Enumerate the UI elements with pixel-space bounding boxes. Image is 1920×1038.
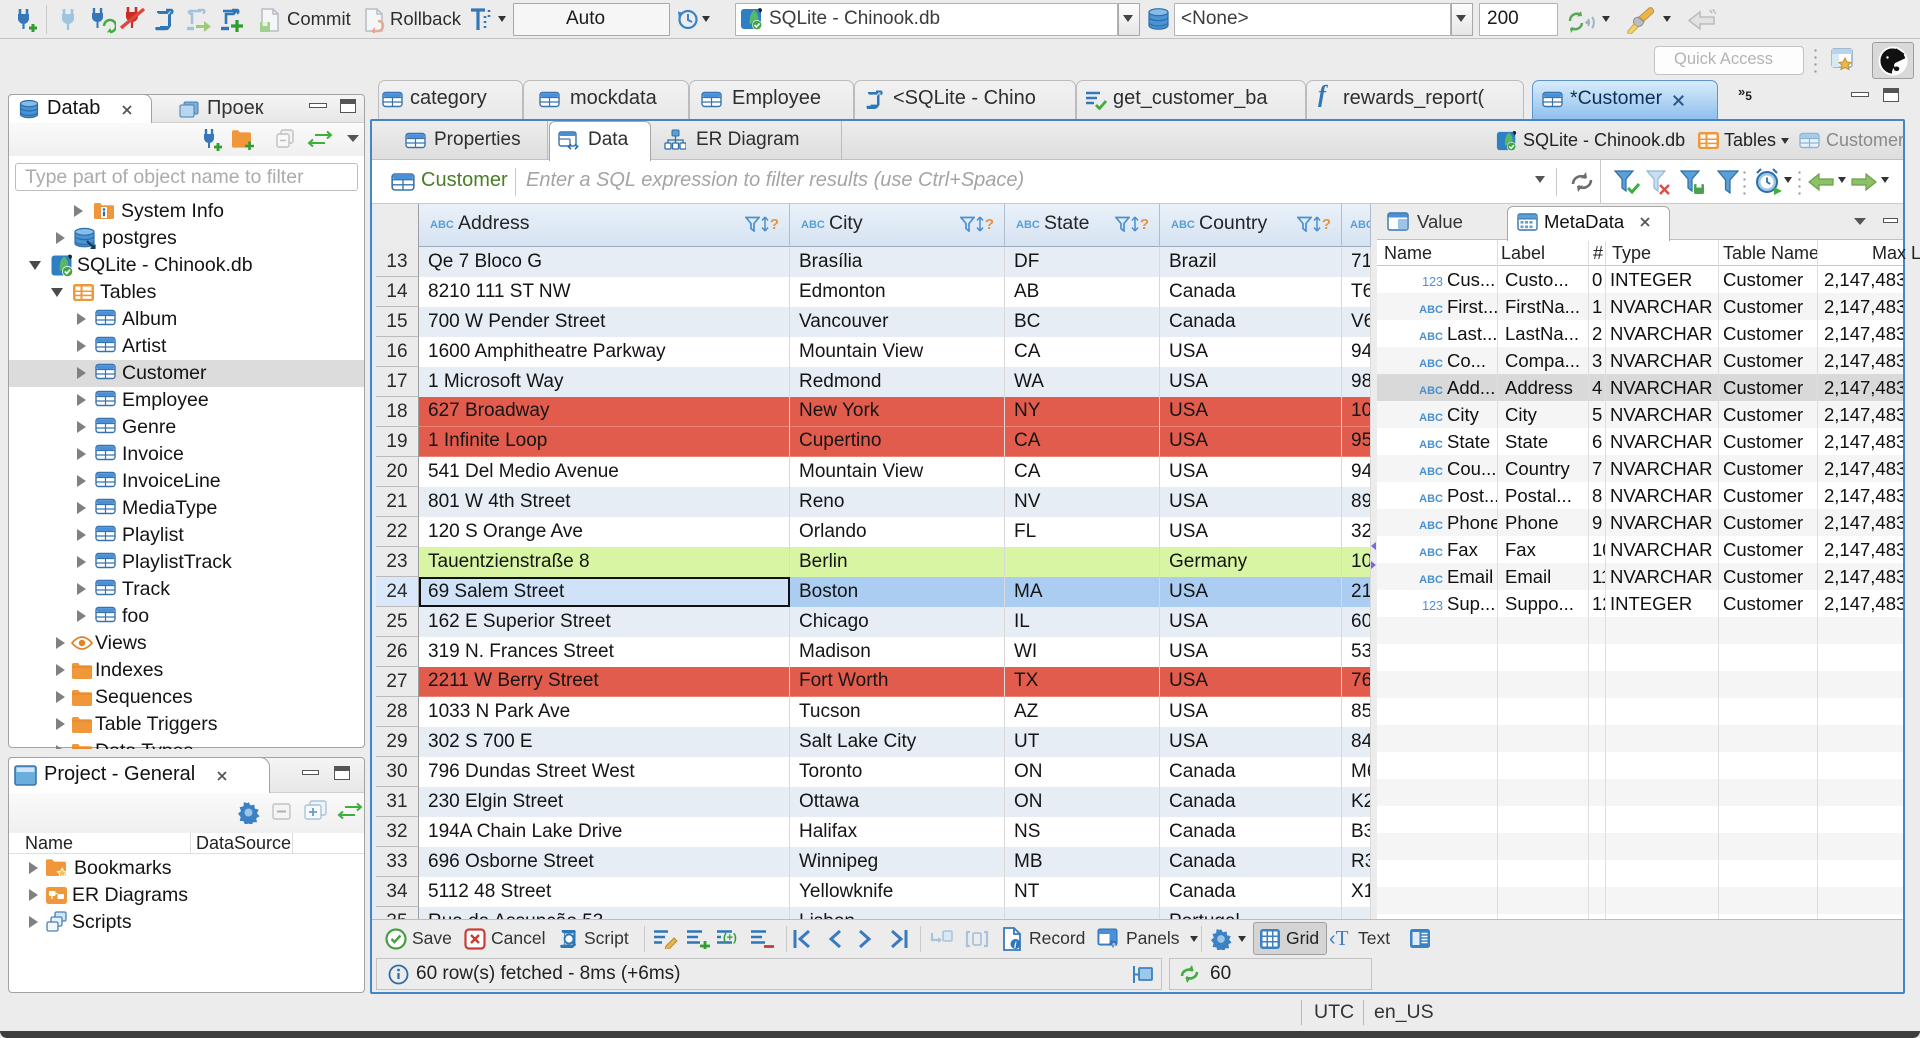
svg-text:(+): (+)	[723, 932, 737, 944]
